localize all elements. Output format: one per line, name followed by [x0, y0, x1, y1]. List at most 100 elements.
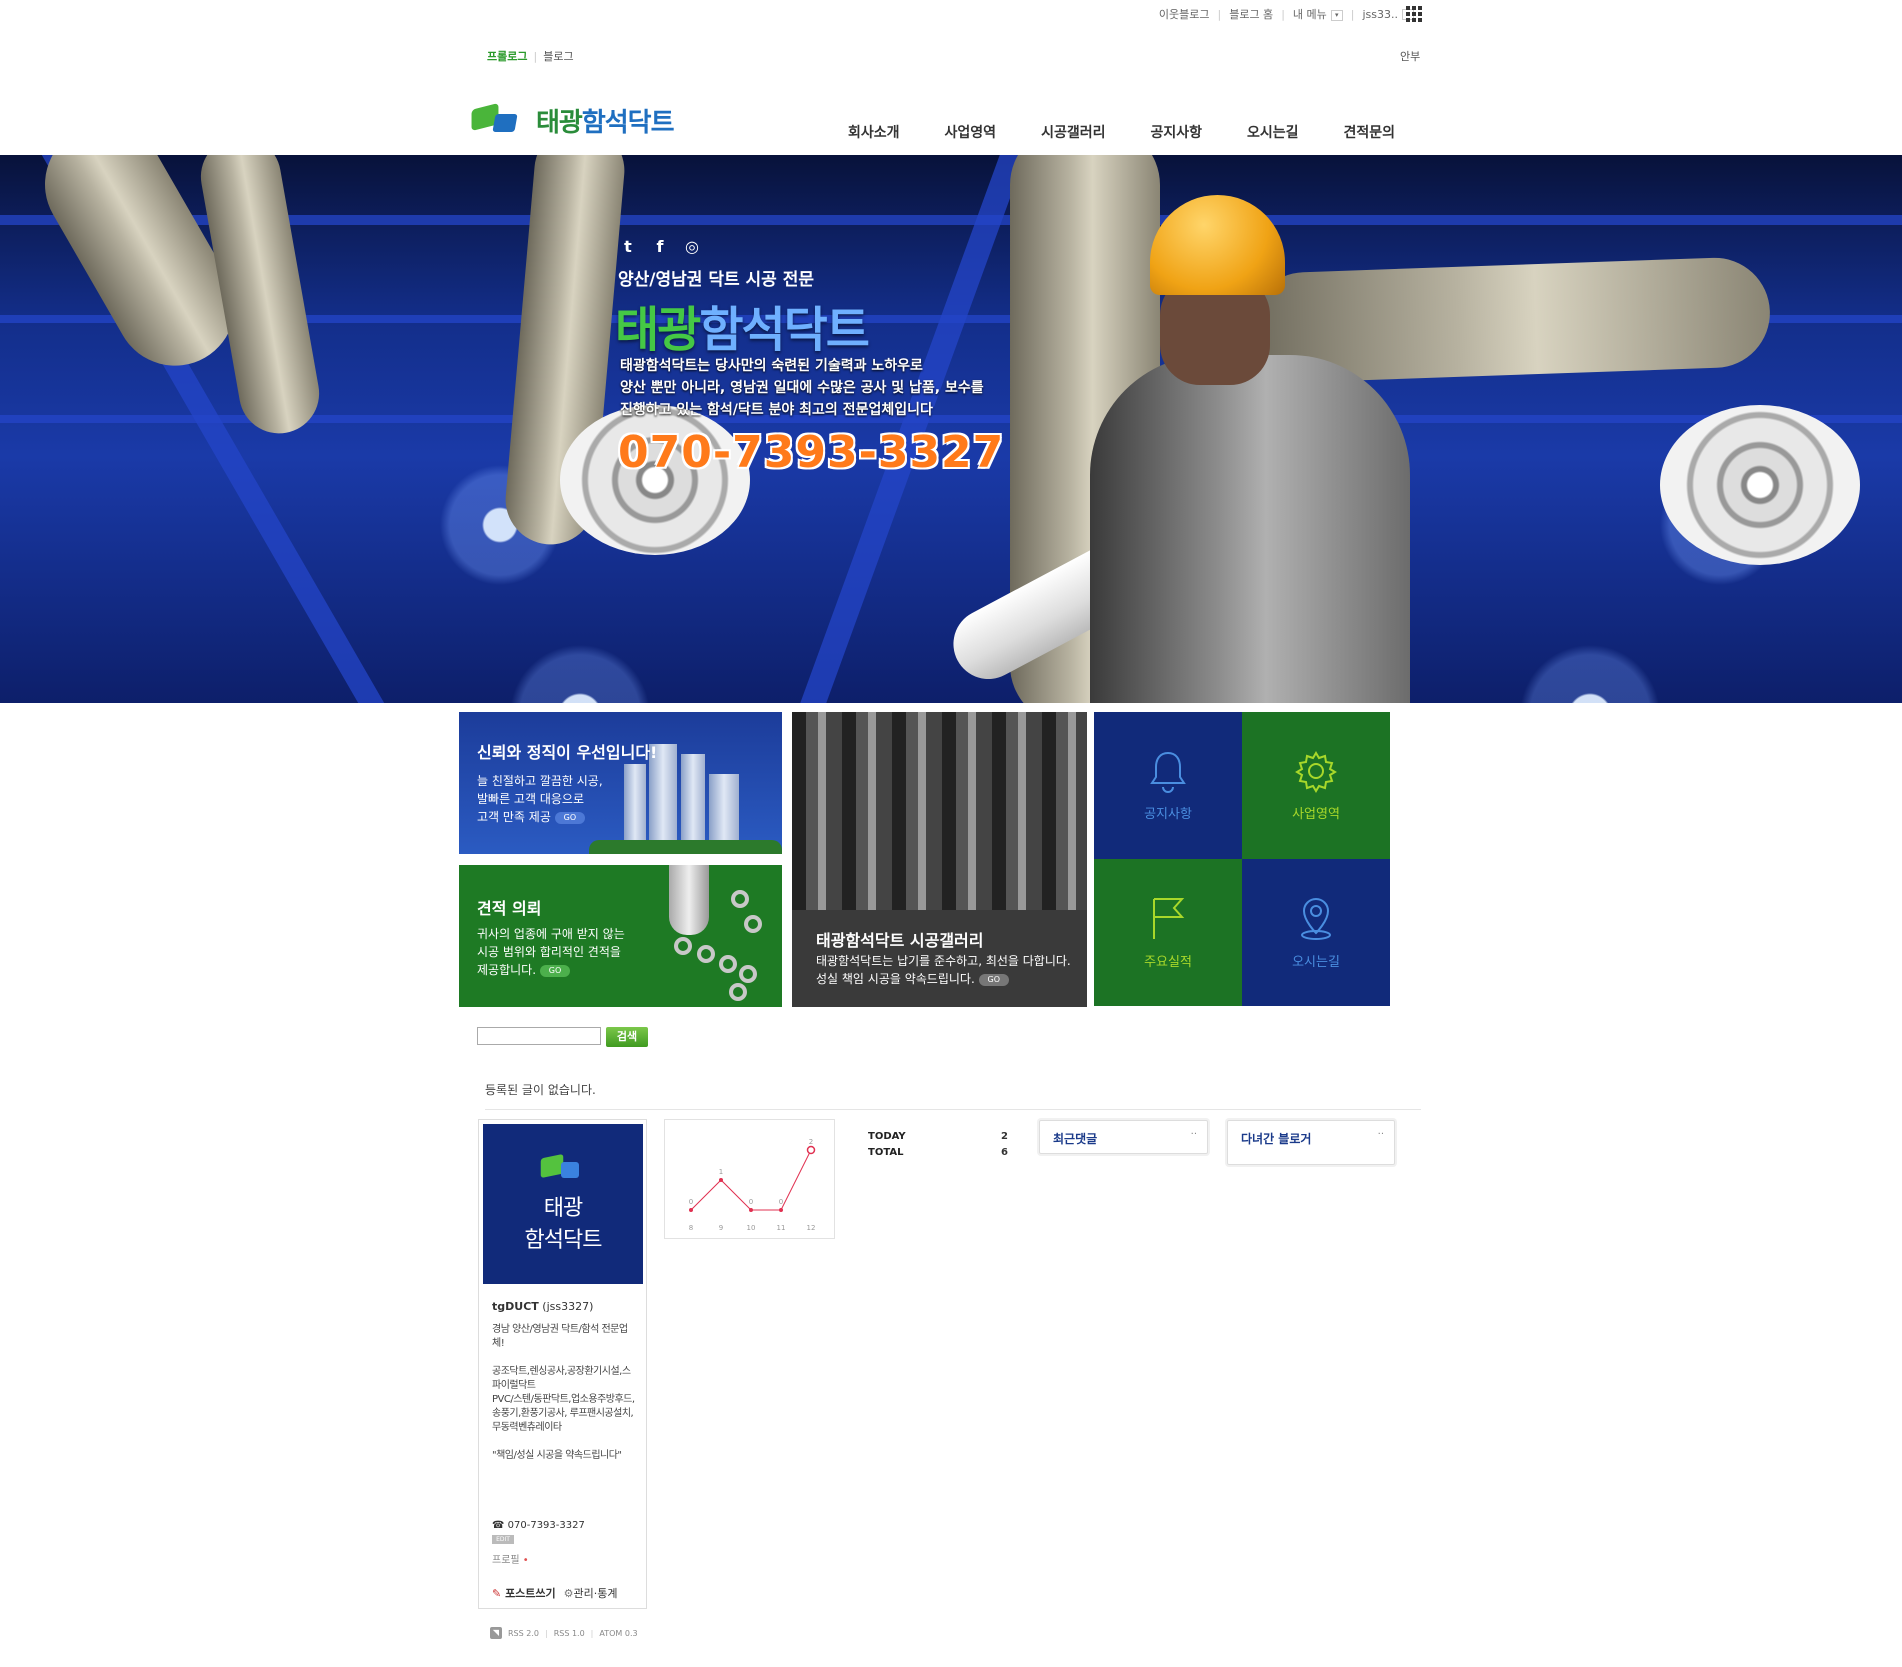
tile-label: 오시는길 [1292, 955, 1340, 970]
total-label: TOTAL [868, 1147, 904, 1158]
visitor-point [719, 1178, 723, 1182]
logo-text-2: 함석닥트 [581, 107, 675, 138]
visitor-value-label: 2 [809, 1138, 813, 1146]
visitor-chart-svg: 0 8 1 9 0 10 0 11 2 12 [689, 1138, 816, 1232]
social-links: t f ◎ [618, 237, 702, 257]
atom-link[interactable]: ATOM 0.3 [599, 1629, 637, 1638]
nav-company[interactable]: 회사소개 [848, 122, 900, 142]
chevron-down-icon: ▾ [1330, 9, 1343, 21]
my-menu-dropdown[interactable]: 내 메뉴 ▾ [1285, 6, 1351, 22]
search-input[interactable] [477, 1027, 601, 1045]
hero-title: 태광함석닥트 [615, 302, 870, 358]
instagram-icon[interactable]: ◎ [682, 237, 702, 257]
gallery-banner-text: 태광함석닥트는 납기를 준수하고, 최선을 다합니다. 성실 책임 시공을 약속… [816, 954, 1071, 986]
search-button[interactable]: 검색 [606, 1027, 648, 1047]
apps-grid-icon[interactable] [1406, 6, 1422, 22]
profile-logo-line1: 태광 [543, 1196, 583, 1221]
go-button[interactable]: GO [540, 964, 571, 977]
my-menu-label: 내 메뉴 [1292, 8, 1327, 21]
blog-tab[interactable]: 블로그 [543, 50, 573, 63]
visited-bloggers-more[interactable]: ·· [1378, 1129, 1384, 1140]
guestbook-link[interactable]: 안부 [1400, 48, 1420, 64]
visitor-x-label: 11 [777, 1224, 786, 1232]
gallery-banner-title: 태광함석닥트 시공갤러리 [816, 931, 984, 950]
tile-label: 주요실적 [1144, 955, 1192, 970]
flag-icon [1153, 898, 1185, 939]
hero-phone: 070-7393-3327 [618, 427, 1005, 478]
hero-banner: t f ◎ 양산/영남권 닥트 시공 전문 태광함석닥트 태광함석닥트는 당사만… [0, 155, 1902, 703]
go-button[interactable]: GO [978, 973, 1009, 986]
tile-label: 사업영역 [1292, 807, 1340, 822]
recent-comments-box: 최근댓글 ·· [1039, 1120, 1208, 1154]
quick-tiles: 공지사항 사업영역 주요실적 오시는길 [1094, 712, 1390, 1006]
user-name: jss33.. [1362, 7, 1398, 21]
rss-icon: ◥ [490, 1627, 502, 1639]
visitor-x-label: 9 [719, 1224, 723, 1232]
profile-link[interactable]: 프로필 • [492, 1551, 529, 1566]
visitor-x-label: 12 [807, 1224, 816, 1232]
facebook-icon[interactable]: f [650, 237, 670, 257]
profile-phone: ☎ 070-7393-3327 [492, 1520, 585, 1531]
neighbor-blog-link[interactable]: 이웃블로그 [1151, 6, 1218, 22]
manage-stats-button[interactable]: ⚙관리·통계 [564, 1585, 618, 1601]
trust-banner[interactable]: 신뢰와 정직이 우선입니다! 늘 친절하고 깔끔한 시공, 발빠른 고객 대응으… [459, 712, 782, 854]
logo-text-1: 태광 [536, 107, 583, 138]
tile-achievements[interactable]: 주요실적 [1094, 859, 1242, 1006]
go-button[interactable]: GO [554, 811, 585, 824]
nav-location[interactable]: 오시는길 [1247, 122, 1299, 142]
edit-button[interactable]: EDIT [492, 1535, 514, 1544]
visitor-point [779, 1208, 783, 1212]
write-post-button[interactable]: ✎ 포스트쓰기 [492, 1585, 556, 1601]
nav-estimate[interactable]: 견적문의 [1344, 122, 1396, 142]
divider [485, 1109, 1421, 1110]
recent-comments-title: 최근댓글 [1053, 1132, 1098, 1146]
visitor-chart: 0 8 1 9 0 10 0 11 2 12 [664, 1119, 835, 1239]
profile-logo-line2: 함석닥트 [524, 1228, 603, 1253]
tile-business[interactable]: 사업영역 [1242, 712, 1390, 859]
no-posts-message: 등록된 글이 없습니다. [485, 1083, 596, 1097]
estimate-banner-text: 귀사의 업종에 구애 받지 않는 시공 범위와 합리적인 견적을 제공합니다. G… [477, 927, 625, 977]
site-logo[interactable]: 태광함석닥트 [468, 100, 675, 140]
gear-icon: ⚙ [563, 1587, 574, 1600]
utility-bar: 이웃블로그| 블로그 홈| 내 메뉴▾| jss33..▾ [1151, 6, 1422, 22]
visitor-counter: TODAY 2 TOTAL 6 [868, 1129, 1008, 1161]
main-nav: 회사소개 사업영역 시공갤러리 공지사항 오시는길 견적문의 [848, 122, 1440, 142]
hero-description: 태광함석닥트는 당사만의 숙련된 기술력과 노하우로 양산 뿐만 아니라, 영남… [620, 358, 984, 418]
total-count: 6 [1001, 1147, 1008, 1158]
visitor-value-label: 1 [719, 1168, 723, 1176]
tile-label: 공지사항 [1144, 807, 1192, 822]
nav-gallery[interactable]: 시공갤러리 [1041, 122, 1105, 142]
recent-comments-more[interactable]: ·· [1191, 1129, 1197, 1140]
estimate-banner-title: 견적 의뢰 [477, 899, 542, 918]
visited-bloggers-title: 다녀간 블로거 [1241, 1132, 1312, 1146]
visitor-value-label: 0 [779, 1198, 783, 1206]
factory-photo [792, 712, 1087, 910]
twitter-icon[interactable]: t [618, 237, 638, 257]
profile-image[interactable]: 태광 함석닥트 [483, 1124, 643, 1284]
nav-notice[interactable]: 공지사항 [1150, 122, 1202, 142]
hard-hat [1150, 195, 1285, 295]
blog-subnav: 프롤로그 | 블로그 [487, 50, 574, 63]
blog-home-link[interactable]: 블로그 홈 [1221, 6, 1281, 22]
pencil-icon: ✎ [492, 1587, 502, 1600]
rss2-link[interactable]: RSS 2.0 [508, 1629, 539, 1638]
profile-actions: ✎ 포스트쓰기 ⚙관리·통계 [492, 1585, 618, 1601]
tile-location[interactable]: 오시는길 [1242, 859, 1390, 1006]
estimate-banner[interactable]: 견적 의뢰 귀사의 업종에 구애 받지 않는 시공 범위와 합리적인 견적을 제… [459, 865, 782, 1007]
gear-icon [1295, 751, 1337, 793]
profile-description: 경남 양산/영남권 닥트/함석 전문업체! 공조닥트,렌싱공사,공장환기시설,스… [492, 1324, 635, 1461]
trust-banner-title: 신뢰와 정직이 우선입니다! [477, 743, 658, 762]
gallery-banner[interactable]: 태광함석닥트 시공갤러리 태광함석닥트는 납기를 준수하고, 최선을 다합니다.… [792, 712, 1087, 1007]
feed-links: ◥ RSS 2.0 | RSS 1.0 | ATOM 0.3 [490, 1627, 638, 1639]
prologue-tab[interactable]: 프롤로그 [487, 50, 527, 63]
visitor-point [689, 1208, 693, 1212]
bell-icon [1150, 751, 1186, 793]
today-count: 2 [1001, 1131, 1008, 1142]
logo-mark-icon [468, 100, 530, 140]
tile-notice[interactable]: 공지사항 [1094, 712, 1242, 859]
rss1-link[interactable]: RSS 1.0 [554, 1629, 585, 1638]
visitor-x-label: 8 [689, 1224, 693, 1232]
trust-banner-text: 늘 친절하고 깔끔한 시공, 발빠른 고객 대응으로 고객 만족 제공 GO [477, 774, 603, 824]
profile-name: tgDUCT (jss3327) [492, 1300, 594, 1313]
nav-business[interactable]: 사업영역 [945, 122, 997, 142]
